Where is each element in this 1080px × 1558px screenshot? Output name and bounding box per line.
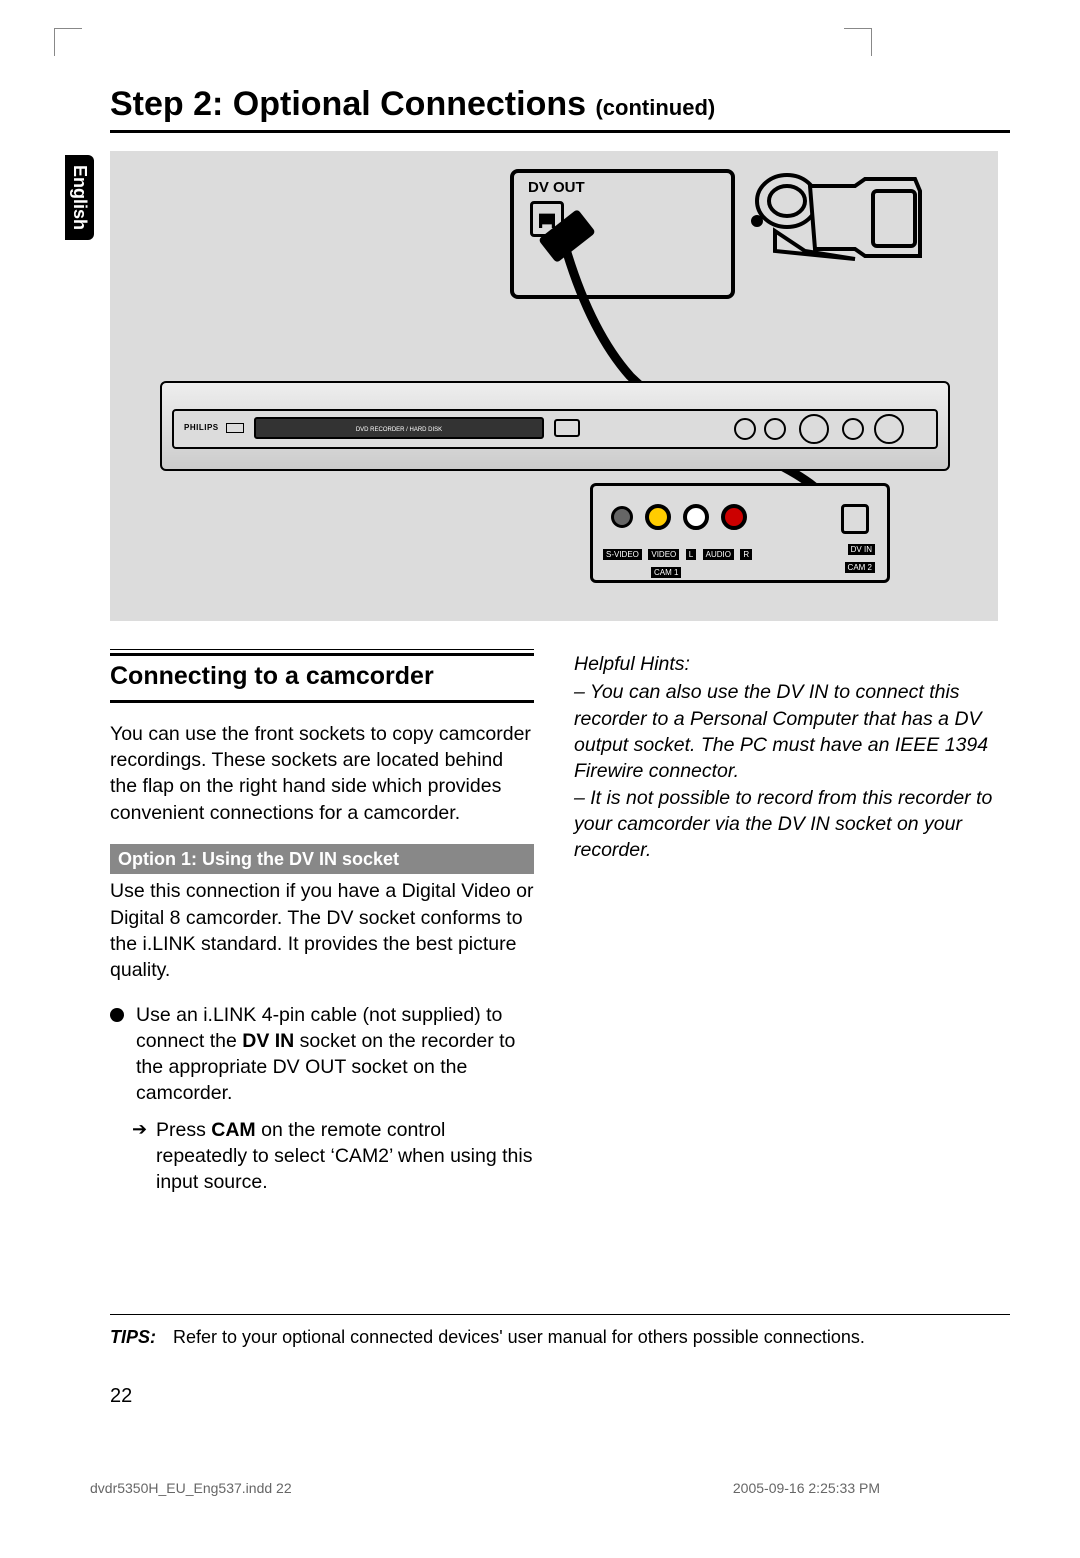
- dvin-label: DV IN: [848, 544, 875, 555]
- page-title-row: Step 2: Optional Connections (continued): [110, 85, 1010, 133]
- footer-file: dvdr5350H_EU_Eng537.indd 22: [90, 1480, 292, 1496]
- tips-text: Refer to your optional connected devices…: [173, 1327, 865, 1347]
- hint-2: – It is not possible to record from this…: [574, 785, 998, 864]
- connection-diagram: DV OUT PHILIPS: [110, 151, 998, 621]
- title-continued: (continued): [595, 95, 715, 120]
- arrow-text-pre: Press: [156, 1119, 211, 1141]
- crop-mark: [844, 28, 872, 56]
- control-button-icon: [842, 418, 864, 440]
- dv-in-port-icon: [841, 504, 869, 534]
- video-label: VIDEO: [648, 549, 679, 560]
- hints-title: Helpful Hints:: [574, 651, 998, 677]
- audio-l-label: L: [686, 549, 696, 560]
- print-footer: dvdr5350H_EU_Eng537.indd 22 2005-09-16 2…: [90, 1480, 880, 1496]
- audio-label: AUDIO: [703, 549, 734, 560]
- text-columns: Connecting to a camcorder You can use th…: [110, 651, 998, 1206]
- audio-r-label: R: [740, 549, 752, 560]
- right-column: Helpful Hints: – You can also use the DV…: [574, 651, 998, 1206]
- audio-left-jack-icon: [683, 504, 709, 530]
- av-labels: S-VIDEO VIDEO L AUDIO R DV IN CAM 1 CAM …: [603, 544, 877, 572]
- front-av-panel: S-VIDEO VIDEO L AUDIO R DV IN CAM 1 CAM …: [590, 483, 890, 583]
- page-number: 22: [110, 1385, 132, 1408]
- language-tab: English: [65, 155, 94, 240]
- arrow-text-bold: CAM: [211, 1119, 255, 1141]
- footer-timestamp: 2005-09-16 2:25:33 PM: [733, 1480, 880, 1496]
- title-main: Step 2: Optional Connections: [110, 85, 595, 123]
- jog-dial-icon: [799, 414, 829, 444]
- svideo-jack-icon: [611, 506, 633, 528]
- eject-button-icon: [554, 419, 580, 437]
- cam2-label: CAM 2: [845, 562, 875, 573]
- step-bullet: Use an i.LINK 4-pin cable (not supplied)…: [110, 1002, 534, 1107]
- page-content: Step 2: Optional Connections (continued)…: [110, 85, 1010, 1206]
- video-jack-icon: [645, 504, 671, 530]
- bullet-text-bold: DV IN: [242, 1030, 294, 1052]
- control-button-icon: [764, 418, 786, 440]
- cam1-label: CAM 1: [651, 567, 681, 578]
- record-button-icon: [874, 414, 904, 444]
- control-button-icon: [734, 418, 756, 440]
- section-heading: Connecting to a camcorder: [110, 653, 534, 703]
- left-column: Connecting to a camcorder You can use th…: [110, 651, 534, 1206]
- crop-mark: [54, 28, 82, 56]
- option-heading: Option 1: Using the DV IN socket: [110, 844, 534, 874]
- hdd-icon: [226, 423, 244, 433]
- option-paragraph: Use this connection if you have a Digita…: [110, 878, 534, 983]
- brand-label: PHILIPS: [184, 423, 219, 432]
- dvd-recorder-icon: PHILIPS DVD RECORDER / HARD DISK: [160, 381, 950, 471]
- disc-tray-label: DVD RECORDER / HARD DISK: [254, 417, 544, 439]
- result-arrow: Press CAM on the remote control repeated…: [110, 1117, 534, 1196]
- svideo-label: S-VIDEO: [603, 549, 642, 560]
- audio-right-jack-icon: [721, 504, 747, 530]
- intro-paragraph: You can use the front sockets to copy ca…: [110, 721, 534, 826]
- hint-1: – You can also use the DV IN to connect …: [574, 679, 998, 784]
- tips-label: TIPS:: [110, 1327, 156, 1347]
- tips-footer: TIPS: Refer to your optional connected d…: [110, 1314, 1010, 1348]
- page-title: Step 2: Optional Connections (continued): [110, 85, 1010, 124]
